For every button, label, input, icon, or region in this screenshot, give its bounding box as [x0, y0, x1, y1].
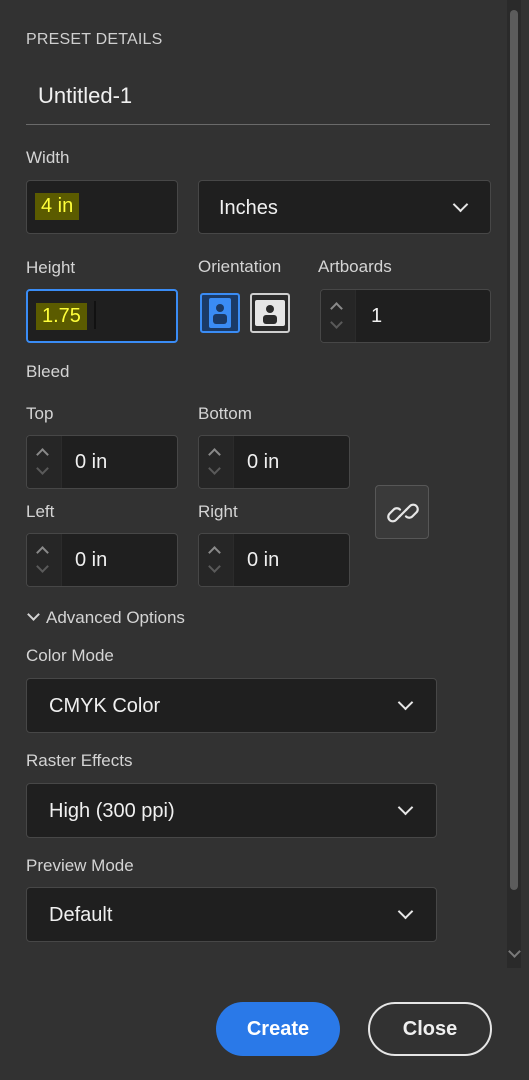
bleed-top-label: Top [26, 404, 54, 423]
advanced-options-toggle[interactable]: Advanced Options [26, 608, 185, 628]
text-cursor [94, 301, 96, 329]
raster-effects-select[interactable]: High (300 ppi) [26, 783, 437, 838]
artboards-value: 1 [371, 305, 383, 327]
decrement-icon[interactable] [208, 462, 221, 475]
color-mode-label: Color Mode [26, 646, 114, 665]
link-bleed-button[interactable] [375, 485, 429, 539]
raster-effects-label: Raster Effects [26, 751, 133, 770]
chevron-down-icon [397, 903, 414, 920]
units-value: Inches [219, 197, 278, 219]
bleed-bottom-value: 0 in [247, 451, 280, 473]
bleed-left-label: Left [26, 502, 55, 521]
decrement-icon[interactable] [36, 560, 49, 573]
scrollbar-thumb[interactable] [510, 10, 518, 890]
bleed-top-value: 0 in [75, 451, 108, 473]
bleed-right-value: 0 in [247, 549, 280, 571]
portrait-icon [209, 298, 231, 328]
landscape-icon [255, 300, 285, 326]
bleed-bottom-label: Bottom [198, 404, 252, 423]
chevron-down-icon [452, 196, 469, 213]
artboards-label: Artboards [318, 257, 392, 276]
decrement-icon[interactable] [330, 316, 343, 329]
preview-mode-select[interactable]: Default [26, 887, 437, 942]
bleed-top-arrows[interactable] [27, 436, 62, 488]
height-label: Height [26, 258, 76, 277]
scroll-down-icon[interactable] [508, 945, 521, 958]
width-label: Width [26, 148, 70, 167]
bleed-bottom-arrows[interactable] [199, 436, 234, 488]
preset-details-panel: PRESET DETAILS Untitled-1 Width 4 in Inc… [0, 0, 529, 1080]
artboards-stepper[interactable]: 1 [320, 289, 491, 343]
height-field[interactable]: 1.75 [26, 289, 178, 343]
bleed-left-arrows[interactable] [27, 534, 62, 586]
preview-mode-value: Default [49, 904, 113, 926]
portrait-orientation-button[interactable] [200, 293, 240, 333]
preview-mode-label: Preview Mode [26, 856, 134, 875]
width-value: 4 in [35, 193, 80, 220]
artboards-stepper-arrows[interactable] [321, 290, 356, 342]
chevron-down-icon [27, 608, 40, 621]
name-underline [26, 124, 490, 125]
scrollbar[interactable] [507, 0, 521, 968]
increment-icon[interactable] [36, 546, 49, 559]
close-button[interactable]: Close [368, 1002, 492, 1056]
decrement-icon[interactable] [36, 462, 49, 475]
increment-icon[interactable] [208, 448, 221, 461]
width-field[interactable]: 4 in [26, 180, 178, 234]
section-title: PRESET DETAILS [26, 31, 163, 48]
preset-name-input[interactable]: Untitled-1 [38, 83, 132, 109]
orientation-label: Orientation [198, 257, 282, 276]
raster-effects-value: High (300 ppi) [49, 800, 175, 822]
increment-icon[interactable] [208, 546, 221, 559]
increment-icon[interactable] [330, 302, 343, 315]
chevron-down-icon [397, 694, 414, 711]
color-mode-select[interactable]: CMYK Color [26, 678, 437, 733]
advanced-options-label: Advanced Options [46, 608, 185, 627]
bleed-right-stepper[interactable]: 0 in [198, 533, 350, 587]
landscape-orientation-button[interactable] [250, 293, 290, 333]
bleed-left-stepper[interactable]: 0 in [26, 533, 178, 587]
color-mode-value: CMYK Color [49, 695, 161, 717]
create-button[interactable]: Create [216, 1002, 340, 1056]
bleed-label: Bleed [26, 362, 70, 381]
bleed-bottom-stepper[interactable]: 0 in [198, 435, 350, 489]
bleed-top-stepper[interactable]: 0 in [26, 435, 178, 489]
bleed-right-arrows[interactable] [199, 534, 234, 586]
link-icon [387, 503, 419, 523]
units-select[interactable]: Inches [198, 180, 491, 234]
chevron-down-icon [397, 799, 414, 816]
bleed-left-value: 0 in [75, 549, 108, 571]
decrement-icon[interactable] [208, 560, 221, 573]
increment-icon[interactable] [36, 448, 49, 461]
bleed-right-label: Right [198, 502, 238, 521]
height-value: 1.75 [36, 303, 87, 330]
